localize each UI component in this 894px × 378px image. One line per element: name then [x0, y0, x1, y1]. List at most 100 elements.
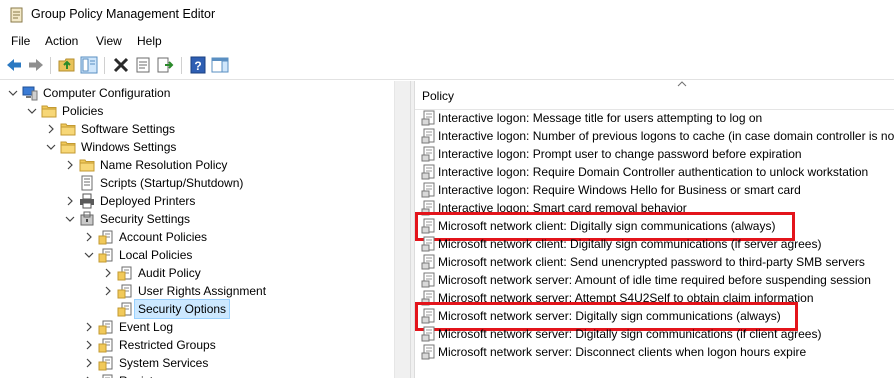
- chevron-right-icon[interactable]: [101, 265, 115, 283]
- policy-row-label: Interactive logon: Number of previous lo…: [438, 129, 894, 143]
- chevron-right-icon[interactable]: [63, 157, 77, 175]
- policy-folder-icon: [98, 248, 113, 263]
- delete-icon[interactable]: [112, 56, 130, 74]
- chevron-down-icon[interactable]: [63, 211, 77, 229]
- tree-item-label: Registry: [119, 372, 163, 378]
- policy-row[interactable]: Interactive logon: Number of previous lo…: [415, 127, 894, 145]
- console-tree[interactable]: Computer Configuration Policies Software…: [0, 81, 410, 378]
- tree-item-label: User Rights Assignment: [138, 284, 267, 298]
- menu-file[interactable]: File: [11, 34, 30, 48]
- tree-item-label: Deployed Printers: [100, 194, 196, 208]
- policy-row-label: Interactive logon: Message title for use…: [438, 111, 763, 125]
- policy-list-pane[interactable]: Policy Interactive logon: Message title …: [415, 81, 894, 378]
- sort-ascending-icon: [677, 81, 687, 87]
- policy-row[interactable]: Interactive logon: Require Windows Hello…: [415, 181, 894, 199]
- policy-row[interactable]: Microsoft network client: Digitally sign…: [415, 235, 894, 253]
- chevron-right-icon[interactable]: [82, 229, 96, 247]
- chevron-down-icon[interactable]: [82, 247, 96, 265]
- tree-item-label: Policies: [62, 104, 104, 118]
- svg-text:?: ?: [194, 59, 201, 73]
- menu-action[interactable]: Action: [45, 34, 78, 48]
- policy-row-label: Microsoft network client: Send unencrypt…: [438, 255, 865, 269]
- policy-setting-icon: [421, 272, 435, 288]
- menu-bar: File Action View Help: [0, 31, 894, 51]
- forward-icon[interactable]: [27, 56, 45, 74]
- chevron-down-icon[interactable]: [44, 139, 58, 157]
- tree-item-label: Windows Settings: [81, 140, 177, 154]
- tree-item-label: Name Resolution Policy: [100, 158, 228, 172]
- policy-setting-icon: [421, 146, 435, 162]
- policy-row-label: Interactive logon: Prompt user to change…: [438, 147, 802, 161]
- menu-view[interactable]: View: [96, 34, 122, 48]
- policy-row[interactable]: Microsoft network server: Digitally sign…: [415, 307, 894, 325]
- tree-item-label: Software Settings: [81, 122, 176, 136]
- chevron-right-icon[interactable]: [82, 373, 96, 378]
- properties-icon[interactable]: [134, 56, 152, 74]
- policy-setting-icon: [421, 308, 435, 324]
- menu-help[interactable]: Help: [137, 34, 162, 48]
- folder-icon: [60, 141, 76, 154]
- gpo-editor-icon: [10, 7, 23, 23]
- policy-row[interactable]: Microsoft network client: Send unencrypt…: [415, 253, 894, 271]
- policy-row[interactable]: Interactive logon: Message title for use…: [415, 109, 894, 127]
- security-settings-icon: [80, 211, 94, 226]
- tree-item-label: Audit Policy: [138, 266, 201, 280]
- back-icon[interactable]: [5, 56, 23, 74]
- policy-setting-icon: [421, 326, 435, 342]
- chevron-right-icon[interactable]: [101, 283, 115, 301]
- policy-row[interactable]: Microsoft network server: Digitally sign…: [415, 325, 894, 343]
- show-action-pane-icon[interactable]: [211, 56, 229, 74]
- chevron-right-icon[interactable]: [82, 337, 96, 355]
- policy-row[interactable]: Interactive logon: Smart card removal be…: [415, 199, 894, 217]
- policy-row-label: Interactive logon: Require Domain Contro…: [438, 165, 869, 179]
- tree-item-label: System Services: [119, 356, 209, 370]
- tree-item-label: Security Settings: [100, 212, 191, 226]
- show-hide-tree-icon[interactable]: [80, 56, 98, 74]
- export-list-icon[interactable]: [156, 56, 174, 74]
- chevron-down-icon[interactable]: [6, 85, 20, 103]
- toolbar-separator: [104, 57, 105, 74]
- toolbar-divider: [0, 79, 894, 80]
- tree-item-label: Security Options: [133, 299, 231, 319]
- policy-row-label: Microsoft network client: Digitally sign…: [438, 219, 776, 233]
- folder-icon: [41, 105, 57, 118]
- chevron-right-icon[interactable]: [82, 355, 96, 373]
- policy-folder-icon: [102, 374, 113, 378]
- column-header-policy[interactable]: Policy: [415, 81, 894, 110]
- tree-item-label: Local Policies: [119, 248, 193, 262]
- tree-item-label: Event Log: [119, 320, 174, 334]
- help-icon[interactable]: ?: [189, 56, 207, 74]
- policy-row-label: Interactive logon: Smart card removal be…: [438, 201, 687, 215]
- policy-setting-icon: [421, 218, 435, 234]
- policy-row[interactable]: Microsoft network server: Attempt S4U2Se…: [415, 289, 894, 307]
- column-header-label: Policy: [422, 89, 455, 103]
- policy-setting-icon: [421, 200, 435, 216]
- chevron-right-icon[interactable]: [63, 193, 77, 211]
- policy-row-label: Interactive logon: Require Windows Hello…: [438, 183, 801, 197]
- policy-folder-icon: [98, 338, 113, 353]
- up-folder-icon[interactable]: [58, 56, 76, 74]
- tree-item-label: Computer Configuration: [43, 86, 171, 100]
- policy-row[interactable]: Interactive logon: Require Domain Contro…: [415, 163, 894, 181]
- chevron-down-icon[interactable]: [25, 103, 39, 121]
- chevron-right-icon[interactable]: [44, 121, 58, 139]
- printer-icon: [80, 193, 94, 209]
- window-title: Group Policy Management Editor: [31, 7, 216, 21]
- policy-setting-icon: [421, 344, 435, 360]
- tree-scrollbar[interactable]: [394, 81, 410, 378]
- policy-row[interactable]: Interactive logon: Prompt user to change…: [415, 145, 894, 163]
- policy-row-label: Microsoft network client: Digitally sign…: [438, 237, 822, 251]
- policy-row[interactable]: Microsoft network server: Disconnect cli…: [415, 343, 894, 361]
- policy-setting-icon: [421, 254, 435, 270]
- tree-item-label: Restricted Groups: [119, 338, 216, 352]
- policy-row-label: Microsoft network server: Attempt S4U2Se…: [438, 291, 814, 305]
- policy-setting-icon: [421, 236, 435, 252]
- computer-icon: [22, 86, 38, 101]
- policy-folder-icon: [117, 284, 132, 299]
- folder-icon: [79, 159, 95, 172]
- policy-row-label: Microsoft network server: Amount of idle…: [438, 273, 871, 287]
- policy-folder-icon: [98, 320, 113, 335]
- policy-row[interactable]: Microsoft network client: Digitally sign…: [415, 217, 894, 235]
- chevron-right-icon[interactable]: [82, 319, 96, 337]
- policy-row[interactable]: Microsoft network server: Amount of idle…: [415, 271, 894, 289]
